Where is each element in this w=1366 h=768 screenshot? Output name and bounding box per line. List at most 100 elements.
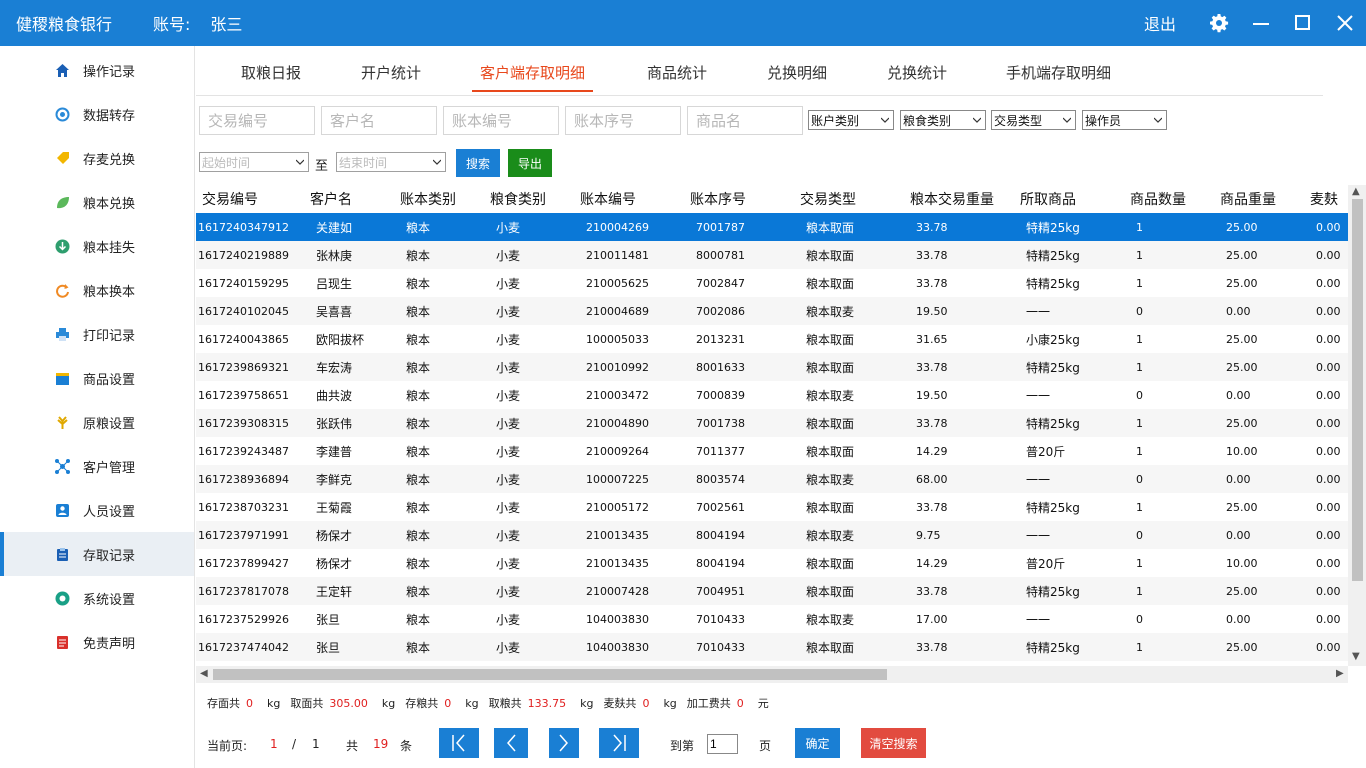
table-row[interactable]: 1617237474042 张旦 粮本 小麦 104003830 7010433 粮本取面 3… bbox=[196, 633, 1348, 661]
column-header[interactable]: 账本编号 bbox=[574, 185, 684, 213]
table-row[interactable]: 1617240043865 欧阳拔杯 粮本 小麦 100005033 2013231 粮本取… bbox=[196, 325, 1348, 353]
chevron-down-icon bbox=[973, 117, 981, 123]
chevron-down-icon bbox=[1063, 117, 1071, 123]
prev-page-button[interactable] bbox=[494, 728, 528, 758]
customer-input[interactable] bbox=[321, 106, 437, 135]
sidebar-item-label: 商品设置 bbox=[83, 372, 136, 388]
table-row[interactable]: 1617238703231 王菊霞 粮本 小麦 210005172 7002561 粮本取面… bbox=[196, 493, 1348, 521]
operator-select[interactable]: 操作员 bbox=[1082, 110, 1167, 130]
next-page-button[interactable] bbox=[549, 728, 579, 758]
table-row[interactable]: 1617239308315 张跃伟 粮本 小麦 210004890 7001738 粮本取面… bbox=[196, 409, 1348, 437]
maximize-button[interactable] bbox=[1282, 0, 1324, 46]
tab-mobile-detail[interactable]: 手机端存取明细 bbox=[1006, 62, 1111, 83]
tab-client-detail[interactable]: 客户端存取明细 bbox=[471, 62, 594, 92]
sidebar-item-0[interactable]: 操作记录 bbox=[0, 48, 194, 92]
scroll-down-icon[interactable]: ▼ bbox=[1352, 651, 1360, 662]
tab-daily-report[interactable]: 取粮日报 bbox=[241, 62, 301, 83]
sidebar-item-1[interactable]: 数据转存 bbox=[0, 92, 194, 136]
tab-bar: 取粮日报 开户统计 客户端存取明细 商品统计 兑换明细 兑换统计 手机端存取明细 bbox=[196, 46, 1323, 96]
book-no-input[interactable] bbox=[443, 106, 559, 135]
table-cell: 0.00 bbox=[1304, 409, 1348, 437]
table-cell: 25.00 bbox=[1226, 332, 1258, 346]
first-page-button[interactable] bbox=[439, 728, 479, 758]
sidebar-item-label: 粮本换本 bbox=[83, 284, 136, 300]
table-cell: 8004194 bbox=[696, 556, 745, 570]
table-row[interactable]: 1617240102045 吴喜喜 粮本 小麦 210004689 7002086 粮本取麦… bbox=[196, 297, 1348, 325]
goods-input[interactable] bbox=[687, 106, 803, 135]
sidebar-item-3[interactable]: 粮本兑换 bbox=[0, 180, 194, 224]
horizontal-scroll-thumb[interactable] bbox=[213, 669, 887, 680]
txn-type-select[interactable]: 交易类型 bbox=[991, 110, 1076, 130]
table-cell: 10.00 bbox=[1226, 444, 1258, 458]
sidebar-item-6[interactable]: 打印记录 bbox=[0, 312, 194, 356]
horizontal-scrollbar[interactable]: ◀ ▶ bbox=[196, 666, 1348, 683]
sidebar-item-2[interactable]: 存麦兑换 bbox=[0, 136, 194, 180]
scroll-right-icon[interactable]: ▶ bbox=[1336, 668, 1344, 679]
tab-exchange-stats[interactable]: 兑换统计 bbox=[887, 62, 947, 83]
summary-label: 存面共 bbox=[207, 697, 240, 710]
column-header[interactable]: 账本类别 bbox=[394, 185, 484, 213]
confirm-button[interactable]: 确定 bbox=[795, 728, 840, 758]
table-row[interactable]: 1617237971991 杨保才 粮本 小麦 210013435 8004194 粮本取麦… bbox=[196, 521, 1348, 549]
download-icon bbox=[55, 239, 70, 254]
sidebar-item-7[interactable]: 商品设置 bbox=[0, 356, 194, 400]
settings-button[interactable] bbox=[1198, 0, 1240, 46]
table-row[interactable]: 1617238936894 李鲜克 粮本 小麦 100007225 8003574 粮本取麦… bbox=[196, 465, 1348, 493]
table-cell: 25.00 bbox=[1226, 500, 1258, 514]
goto-page-input[interactable] bbox=[707, 734, 738, 754]
tab-exchange-detail[interactable]: 兑换明细 bbox=[767, 62, 827, 83]
table-row[interactable]: 1617239869321 车宏涛 粮本 小麦 210010992 8001633 粮本取面… bbox=[196, 353, 1348, 381]
table-row[interactable]: 1617240219889 张林庚 粮本 小麦 210011481 8000781 粮本取面… bbox=[196, 241, 1348, 269]
end-time-picker[interactable]: 结束时间 bbox=[336, 152, 446, 172]
export-button[interactable]: 导出 bbox=[508, 149, 552, 177]
logout-button[interactable]: 退出 bbox=[1144, 11, 1176, 35]
txn-no-input[interactable] bbox=[199, 106, 315, 135]
table-cell: 210004890 bbox=[574, 409, 684, 437]
scroll-left-icon[interactable]: ◀ bbox=[200, 668, 208, 679]
table-row[interactable]: 1617237529926 张旦 粮本 小麦 104003830 7010433 粮本取麦 1… bbox=[196, 605, 1348, 633]
table-row[interactable]: 1617237899427 杨保才 粮本 小麦 210013435 8004194 粮本取面… bbox=[196, 549, 1348, 577]
table-cell: 210004269 bbox=[574, 213, 684, 241]
last-page-button[interactable] bbox=[599, 728, 639, 758]
start-time-picker[interactable]: 起始时间 bbox=[199, 152, 309, 172]
table-row[interactable]: 1617239758651 曲共波 粮本 小麦 210003472 7000839 粮本取麦… bbox=[196, 381, 1348, 409]
column-header[interactable]: 客户名 bbox=[304, 185, 394, 213]
tab-goods-stats[interactable]: 商品统计 bbox=[647, 62, 707, 83]
table-row[interactable]: 1617239243487 李建普 粮本 小麦 210009264 7011377 粮本取面… bbox=[196, 437, 1348, 465]
scroll-up-icon[interactable]: ▲ bbox=[1352, 186, 1360, 197]
vertical-scrollbar[interactable]: ▲ ▼ bbox=[1348, 185, 1366, 666]
column-header[interactable]: 交易编号 bbox=[196, 185, 304, 213]
table-row[interactable]: 1617237817078 王定轩 粮本 小麦 210007428 7004951 粮本取面… bbox=[196, 577, 1348, 605]
grain-type-select[interactable]: 粮食类别 bbox=[900, 110, 986, 130]
column-header[interactable]: 麦麸 bbox=[1304, 185, 1348, 213]
account-type-select[interactable]: 账户类别 bbox=[808, 110, 894, 130]
table-row[interactable]: 1617240159295 吕现生 粮本 小麦 210005625 7002847 粮本取面… bbox=[196, 269, 1348, 297]
column-header[interactable]: 粮本交易重量 bbox=[904, 185, 1014, 213]
clear-search-button[interactable]: 清空搜索 bbox=[861, 728, 926, 758]
vertical-scroll-thumb[interactable] bbox=[1352, 199, 1363, 581]
sidebar-item-12[interactable]: 系统设置 bbox=[0, 576, 194, 620]
table-cell: 8000781 bbox=[684, 241, 794, 269]
sidebar-item-5[interactable]: 粮本换本 bbox=[0, 268, 194, 312]
start-time-value: 起始时间 bbox=[202, 155, 251, 170]
table-cell: 25.00 bbox=[1214, 409, 1304, 437]
sidebar-item-10[interactable]: 人员设置 bbox=[0, 488, 194, 532]
table-row[interactable]: 1617240347912 关建如 粮本 小麦 210004269 7001787 粮本取面… bbox=[196, 213, 1348, 241]
close-button[interactable] bbox=[1324, 0, 1366, 46]
book-seq-input[interactable] bbox=[565, 106, 681, 135]
search-button[interactable]: 搜索 bbox=[456, 149, 500, 177]
column-header[interactable]: 所取商品 bbox=[1014, 185, 1124, 213]
column-header[interactable]: 商品重量 bbox=[1214, 185, 1304, 213]
sidebar-item-4[interactable]: 粮本挂失 bbox=[0, 224, 194, 268]
sidebar-item-9[interactable]: 客户管理 bbox=[0, 444, 194, 488]
column-header[interactable]: 账本序号 bbox=[684, 185, 794, 213]
sidebar-item-13[interactable]: 免责声明 bbox=[0, 620, 194, 664]
minimize-button[interactable] bbox=[1240, 0, 1282, 46]
column-header[interactable]: 交易类型 bbox=[794, 185, 904, 213]
column-header[interactable]: 粮食类别 bbox=[484, 185, 574, 213]
column-header[interactable]: 商品数量 bbox=[1124, 185, 1214, 213]
tab-account-stats[interactable]: 开户统计 bbox=[361, 62, 421, 83]
table-cell: 1617239869321 bbox=[196, 353, 304, 381]
sidebar-item-11[interactable]: 存取记录 bbox=[0, 532, 194, 576]
sidebar-item-8[interactable]: 原粮设置 bbox=[0, 400, 194, 444]
